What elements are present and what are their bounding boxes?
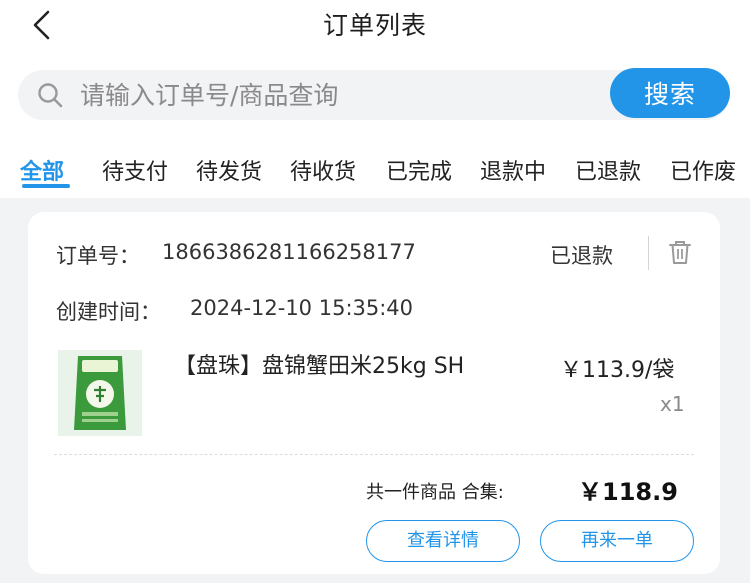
tab-voided[interactable]: 已作废 [670,154,736,186]
created-time: 2024-12-10 15:35:40 [190,296,414,320]
product-price: ￥113.9/袋 [560,352,674,384]
active-tab-indicator [22,184,70,188]
page-title: 订单列表 [322,11,427,40]
order-number: 1866386281166258177 [162,240,416,264]
order-summary-label: 共一件商品 合集: [366,482,504,503]
tab-pending-payment[interactable]: 待支付 [102,154,168,186]
status-tabs: 全部 待支付 待发货 待收货 已完成 退款中 已退款 已作废 [0,134,750,198]
price-unit: /袋 [644,358,675,383]
tab-completed[interactable]: 已完成 [386,154,452,186]
divider [648,236,649,270]
top-bar: 订单列表 [0,0,750,52]
product-name[interactable]: 【盘珠】盘锦蟹田米25kg SH [174,350,534,384]
tab-refunded[interactable]: 已退款 [575,154,641,186]
order-total: ￥118.9 [578,478,678,506]
tab-pending-shipment[interactable]: 待发货 [196,154,262,186]
search-input[interactable] [80,74,600,116]
tab-refunding[interactable]: 退款中 [480,154,546,186]
product-quantity: x1 [660,392,685,416]
rice-bag-image[interactable] [58,350,142,436]
tab-pending-receipt[interactable]: 待收货 [290,154,356,186]
order-number-label: 订单号： [56,244,140,268]
order-card[interactable]: 订单号： 1866386281166258177 已退款 创建时间： 2024-… [28,212,720,574]
tab-all[interactable]: 全部 [20,154,64,186]
reorder-button[interactable]: 再来一单 [540,520,694,562]
price-amount: ￥113.9 [560,358,645,383]
search-bar: 搜索 [0,52,750,134]
dashed-divider [54,454,694,455]
trash-icon[interactable] [666,238,694,266]
status-badge: 已退款 [550,244,613,268]
search-icon [38,83,63,108]
view-details-button[interactable]: 查看详情 [366,520,520,562]
created-time-label: 创建时间： [56,300,161,324]
search-button[interactable]: 搜索 [610,68,730,118]
